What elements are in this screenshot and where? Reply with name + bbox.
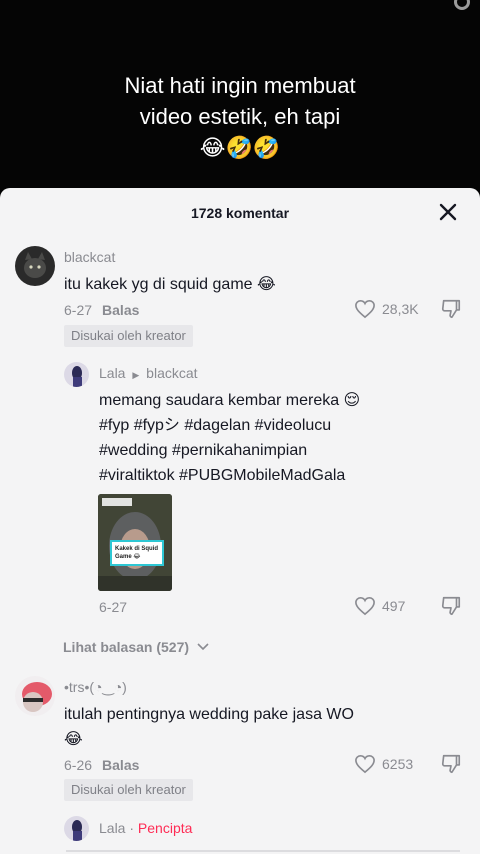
thumbnail-sticker-text: Kakek di Squid Game 😂 bbox=[110, 540, 164, 566]
reply-username-line: Lala ▶ blackcat bbox=[99, 365, 198, 381]
video-player[interactable]: Niat hati ingin membuat video estetik, e… bbox=[0, 0, 480, 190]
like-button[interactable]: 28,3K bbox=[354, 299, 419, 319]
close-icon[interactable] bbox=[438, 202, 458, 222]
comments-sheet: 1728 komentar blackcat itu kakek yg di s… bbox=[0, 188, 480, 854]
comment-username[interactable]: •trs•(◔‿◔) bbox=[64, 679, 127, 696]
creator-label: Pencipta bbox=[137, 820, 193, 836]
caption-line-1: Niat hati ingin membuat bbox=[124, 73, 356, 98]
video-reply-thumbnail[interactable]: Kakek di Squid Game 😂 bbox=[98, 494, 172, 591]
comment-text-line-1: itulah pentingnya wedding pake jasa WO bbox=[64, 706, 354, 723]
corner-icon bbox=[454, 0, 470, 10]
reply-hashtags-line-2[interactable]: #wedding #pernikahanimpian bbox=[99, 438, 360, 463]
reply-hashtags-line-3[interactable]: #viraltiktok #PUBGMobileMadGala bbox=[99, 463, 360, 488]
comment-text: itu kakek yg di squid game 😂 bbox=[64, 276, 276, 293]
comment-text: itulah pentingnya wedding pake jasa WO 😂 bbox=[64, 702, 354, 752]
reply-username[interactable]: Lala bbox=[99, 365, 125, 381]
separator-dot: · bbox=[129, 820, 138, 836]
reply-text: memang saudara kembar mereka 😌 #fyp #fyp… bbox=[99, 388, 360, 488]
heart-icon bbox=[355, 754, 375, 774]
caption-emojis: 😂🤣🤣 bbox=[199, 135, 281, 160]
comment-meta: 6-27 Balas bbox=[64, 302, 139, 318]
reply-text-line-1: memang saudara kembar mereka 😌 bbox=[99, 392, 361, 409]
liked-by-creator-badge: Disukai oleh kreator bbox=[64, 325, 193, 347]
comment-meta: 6-26 Balas bbox=[64, 757, 139, 773]
like-button[interactable]: 497 bbox=[354, 596, 405, 616]
reply-button[interactable]: Balas bbox=[102, 302, 139, 318]
comment-count-title: 1728 komentar bbox=[190, 205, 290, 221]
reply-username[interactable]: Lala bbox=[99, 820, 125, 836]
like-count: 497 bbox=[382, 598, 406, 614]
reply-arrow-icon: ▶ bbox=[132, 370, 140, 380]
comment-date: 6-27 bbox=[64, 302, 93, 318]
comments-header: 1728 komentar bbox=[0, 188, 480, 238]
liked-by-creator-badge: Disukai oleh kreator bbox=[64, 779, 193, 801]
like-count: 28,3K bbox=[382, 301, 419, 317]
comment-date: 6-26 bbox=[64, 757, 93, 773]
avatar[interactable] bbox=[64, 816, 89, 841]
reply-to-username[interactable]: blackcat bbox=[146, 365, 197, 381]
like-button[interactable]: 6253 bbox=[354, 754, 413, 774]
comment-username[interactable]: blackcat bbox=[64, 249, 115, 265]
reply-button[interactable]: Balas bbox=[102, 757, 139, 773]
dislike-icon[interactable] bbox=[440, 595, 462, 617]
avatar[interactable] bbox=[64, 362, 89, 387]
comment-text-line-2: 😂 bbox=[64, 731, 83, 748]
reply-username-line: Lala · Pencipta bbox=[99, 820, 192, 836]
video-caption: Niat hati ingin membuat video estetik, e… bbox=[0, 70, 480, 163]
reply-hashtags-line-1[interactable]: #fyp #fypシ #dagelan #videolucu bbox=[99, 413, 360, 438]
avatar[interactable] bbox=[15, 676, 55, 716]
dislike-icon[interactable] bbox=[440, 298, 462, 320]
avatar[interactable] bbox=[15, 246, 55, 286]
caption-line-2: video estetik, eh tapi bbox=[139, 104, 341, 129]
dislike-icon[interactable] bbox=[440, 753, 462, 775]
view-replies-button[interactable]: Lihat balasan (527) bbox=[63, 639, 210, 655]
like-count: 6253 bbox=[382, 756, 414, 772]
view-replies-label: Lihat balasan (527) bbox=[63, 639, 190, 655]
reply-date: 6-27 bbox=[99, 599, 128, 615]
chevron-down-icon bbox=[197, 643, 209, 651]
heart-icon bbox=[355, 596, 375, 616]
divider bbox=[66, 850, 460, 852]
heart-icon bbox=[355, 299, 375, 319]
